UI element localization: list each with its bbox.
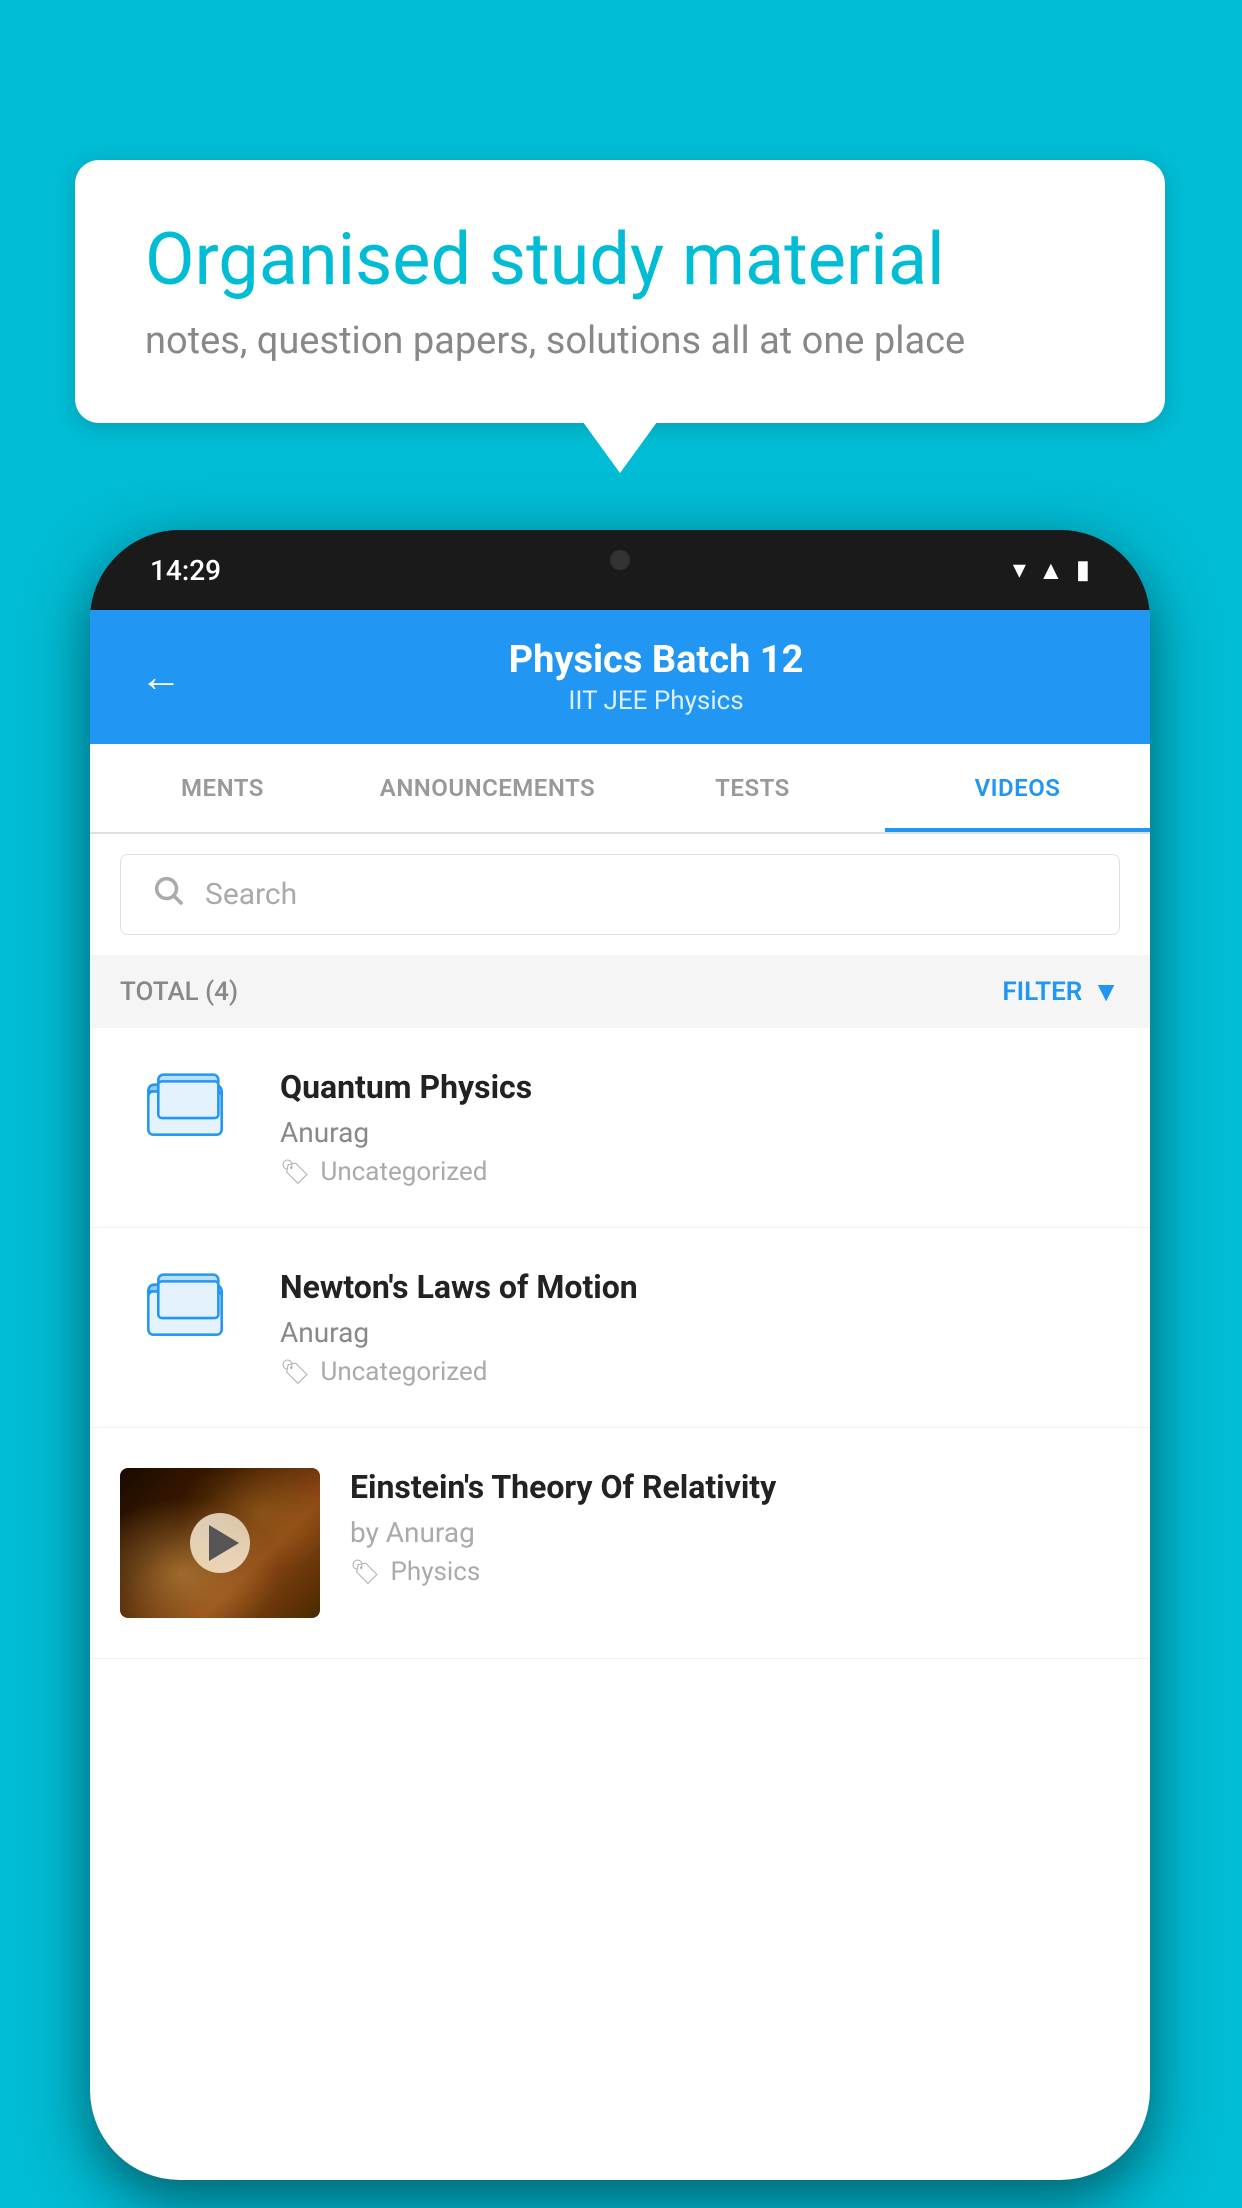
phone-wrapper: 14:29 ▾ ▲ ▮ ← Physics Batch 12 IIT JEE P…: [90, 530, 1150, 2180]
signal-icon: ▲: [1038, 555, 1064, 586]
total-label: TOTAL (4): [120, 977, 238, 1007]
folder-icon: [145, 1268, 225, 1338]
video-info: Einstein's Theory Of Relativity by Anura…: [350, 1468, 1120, 1587]
video-info: Newton's Laws of Motion Anurag 🏷 Uncateg…: [280, 1268, 1120, 1387]
app-header: ← Physics Batch 12 IIT JEE Physics: [90, 610, 1150, 744]
video-tag: 🏷 Physics: [350, 1557, 1120, 1587]
video-tag: 🏷 Uncategorized: [280, 1357, 1120, 1387]
video-author: Anurag: [280, 1316, 1120, 1349]
filter-label: FILTER: [1002, 977, 1082, 1007]
back-button[interactable]: ←: [140, 653, 182, 702]
list-item[interactable]: Newton's Laws of Motion Anurag 🏷 Uncateg…: [90, 1228, 1150, 1428]
header-subtitle: IIT JEE Physics: [212, 686, 1100, 716]
video-tag: 🏷 Uncategorized: [280, 1157, 1120, 1187]
speech-bubble: Organised study material notes, question…: [75, 160, 1165, 423]
folder-icon-wrapper: [120, 1268, 250, 1338]
tag-label: Uncategorized: [320, 1357, 487, 1387]
folder-icon: [145, 1068, 225, 1138]
phone-body: 14:29 ▾ ▲ ▮ ← Physics Batch 12 IIT JEE P…: [90, 530, 1150, 2180]
tab-ments[interactable]: MENTS: [90, 744, 355, 832]
app-screen: ← Physics Batch 12 IIT JEE Physics MENTS…: [90, 610, 1150, 2180]
video-list: Quantum Physics Anurag 🏷 Uncategorized: [90, 1028, 1150, 1659]
filter-funnel-icon: ▼: [1092, 975, 1120, 1008]
folder-icon-wrapper: [120, 1068, 250, 1138]
tag-icon: 🏷: [350, 1558, 380, 1586]
search-placeholder: Search: [205, 877, 297, 912]
list-item[interactable]: Einstein's Theory Of Relativity by Anura…: [90, 1428, 1150, 1659]
bubble-subtitle: notes, question papers, solutions all at…: [145, 319, 1095, 363]
status-time: 14:29: [150, 554, 221, 587]
search-icon: [151, 873, 185, 916]
by-label: by Anurag: [350, 1516, 475, 1549]
tab-announcements[interactable]: ANNOUNCEMENTS: [355, 744, 620, 832]
tag-icon: 🏷: [280, 1358, 310, 1386]
search-container: Search: [90, 834, 1150, 955]
play-icon: [209, 1525, 239, 1561]
bubble-title: Organised study material: [145, 220, 1095, 299]
tag-icon: 🏷: [280, 1158, 310, 1186]
video-author: Anurag: [280, 1116, 1120, 1149]
list-item[interactable]: Quantum Physics Anurag 🏷 Uncategorized: [90, 1028, 1150, 1228]
status-icons: ▾ ▲ ▮: [1013, 555, 1090, 586]
tabs-bar: MENTS ANNOUNCEMENTS TESTS VIDEOS: [90, 744, 1150, 834]
video-title: Newton's Laws of Motion: [280, 1268, 1120, 1306]
tab-tests[interactable]: TESTS: [620, 744, 885, 832]
video-title: Einstein's Theory Of Relativity: [350, 1468, 1120, 1506]
filter-button[interactable]: FILTER ▼: [1002, 975, 1120, 1008]
video-thumbnail: [120, 1468, 320, 1618]
wifi-icon: ▾: [1013, 555, 1026, 585]
video-title: Quantum Physics: [280, 1068, 1120, 1106]
header-title-block: Physics Batch 12 IIT JEE Physics: [212, 638, 1100, 716]
tag-label: Physics: [390, 1557, 480, 1587]
tag-label: Uncategorized: [320, 1157, 487, 1187]
battery-icon: ▮: [1076, 555, 1090, 585]
video-author: by Anurag: [350, 1516, 1120, 1549]
header-title: Physics Batch 12: [212, 638, 1100, 682]
search-bar[interactable]: Search: [120, 854, 1120, 935]
camera-dot: [610, 550, 630, 570]
video-info: Quantum Physics Anurag 🏷 Uncategorized: [280, 1068, 1120, 1187]
filter-row: TOTAL (4) FILTER ▼: [90, 955, 1150, 1028]
tab-videos[interactable]: VIDEOS: [885, 744, 1150, 832]
phone-notch: [540, 530, 700, 590]
status-bar: 14:29 ▾ ▲ ▮: [90, 530, 1150, 610]
